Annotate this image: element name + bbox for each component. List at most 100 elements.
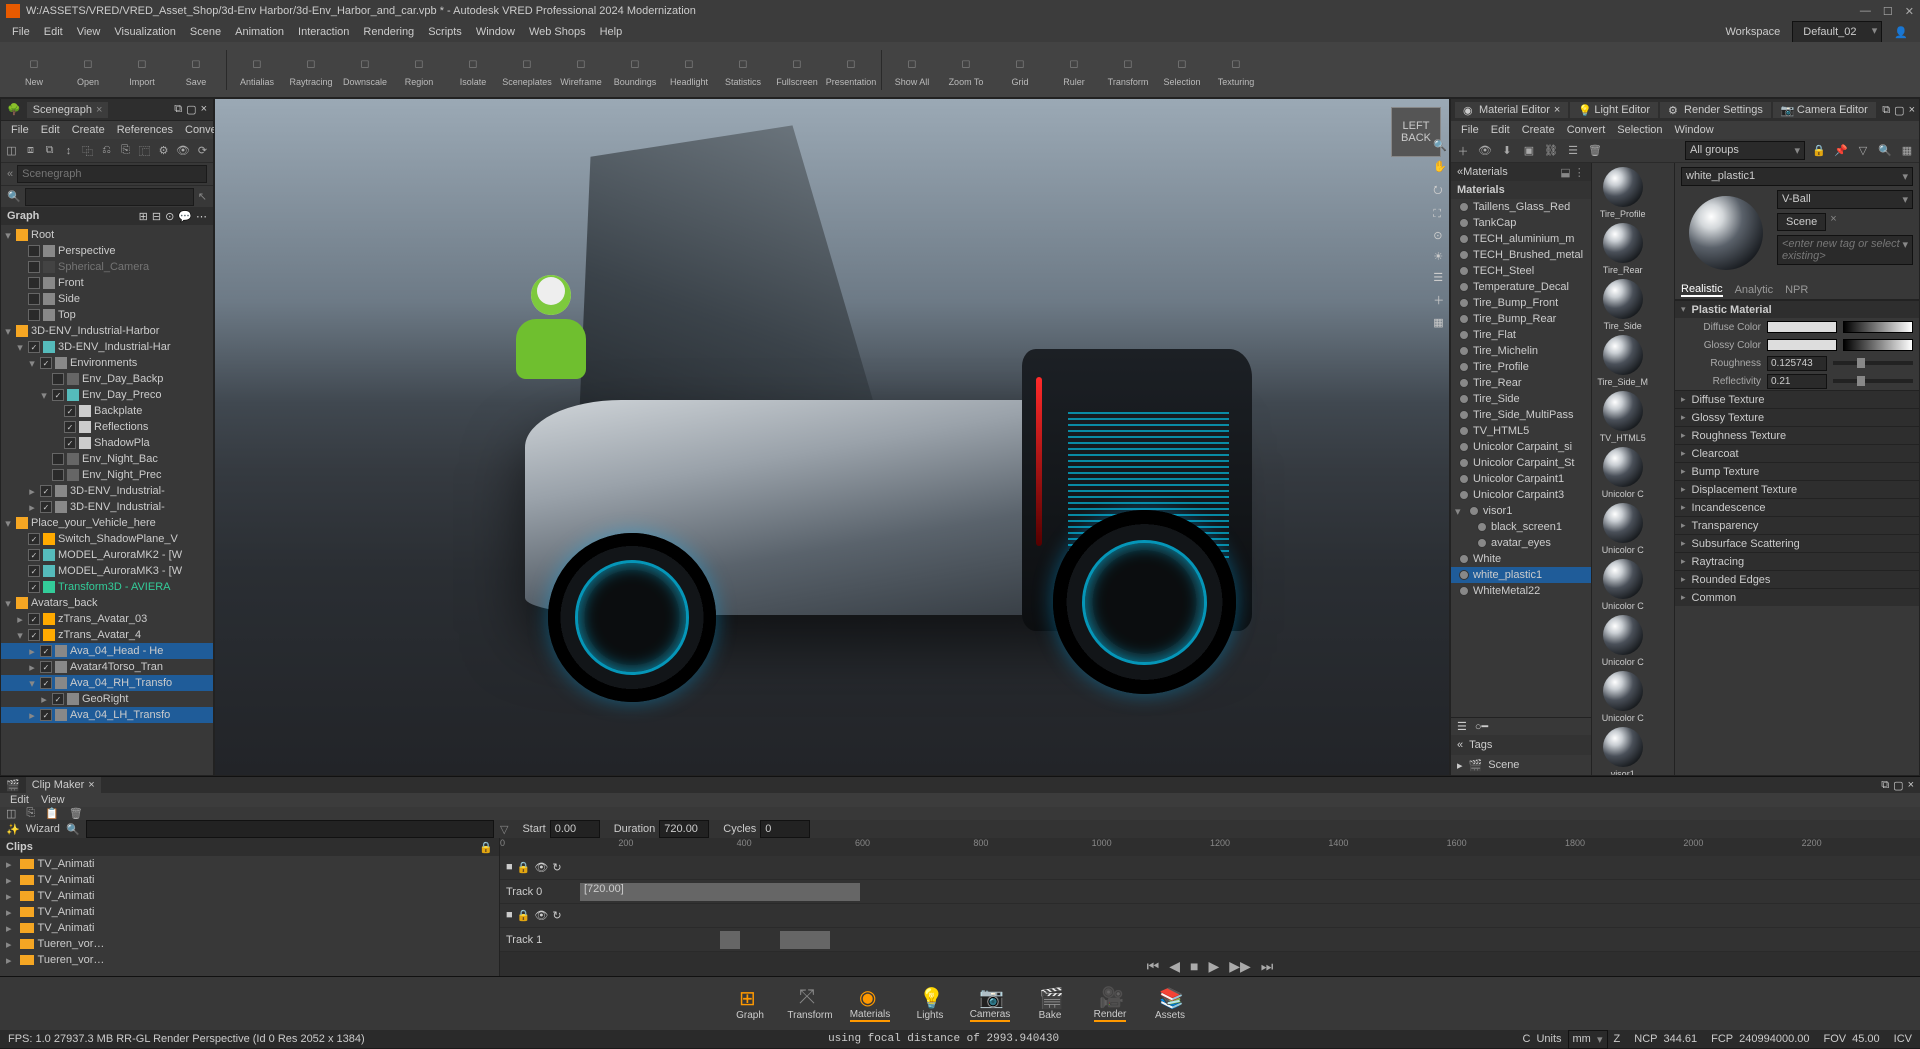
- visibility-checkbox[interactable]: [28, 341, 40, 353]
- menu-edit[interactable]: Edit: [38, 24, 69, 40]
- add-mat-icon[interactable]: ＋: [1455, 143, 1471, 159]
- close-icon[interactable]: ×: [96, 104, 102, 116]
- tree-node[interactable]: ▾Avatars_back: [1, 595, 213, 611]
- sg-menu-file[interactable]: File: [7, 123, 33, 137]
- stop-icon[interactable]: ■: [1190, 958, 1198, 974]
- groups-dropdown[interactable]: All groups: [1685, 141, 1805, 160]
- tree-node[interactable]: ▾Env_Day_Preco: [1, 387, 213, 403]
- tree-node[interactable]: ▾3D-ENV_Industrial-Harbor: [1, 323, 213, 339]
- sg-menu-create[interactable]: Create: [68, 123, 109, 137]
- visibility-checkbox[interactable]: [52, 693, 64, 705]
- clip-item[interactable]: ▸TV_Animati: [0, 856, 499, 872]
- roughness-slider[interactable]: [1833, 361, 1913, 365]
- duration-input[interactable]: [659, 820, 709, 838]
- tab-npr[interactable]: NPR: [1785, 284, 1808, 296]
- start-input[interactable]: [550, 820, 600, 838]
- material-item[interactable]: Unicolor Carpaint_St: [1451, 455, 1591, 471]
- tool-zoom to[interactable]: ◻Zoom To: [942, 53, 990, 87]
- undock-icon[interactable]: ⧉: [174, 103, 182, 116]
- material-item[interactable]: Tire_Side_MultiPass: [1451, 407, 1591, 423]
- group-icon[interactable]: ⧈: [24, 143, 37, 159]
- tree-node[interactable]: Env_Night_Bac: [1, 451, 213, 467]
- visibility-checkbox[interactable]: [28, 309, 40, 321]
- chevron-right-icon[interactable]: ▸: [1457, 759, 1463, 772]
- menu-help[interactable]: Help: [594, 24, 629, 40]
- mat-menu-file[interactable]: File: [1457, 123, 1483, 137]
- diffuse-swatch[interactable]: [1767, 321, 1837, 333]
- filter-icon[interactable]: ▽: [1855, 143, 1871, 159]
- new-clip-icon[interactable]: ◫: [6, 807, 16, 820]
- close-panel-icon[interactable]: ×: [1909, 104, 1915, 117]
- menu-file[interactable]: File: [6, 24, 36, 40]
- material-sphere[interactable]: TV_HTML5: [1596, 391, 1650, 443]
- preview-type-dropdown[interactable]: V-Ball: [1777, 190, 1913, 209]
- material-item[interactable]: Unicolor Carpaint1: [1451, 471, 1591, 487]
- cycles-input[interactable]: [760, 820, 810, 838]
- section-raytracing[interactable]: Raytracing: [1675, 552, 1919, 570]
- undock-icon[interactable]: ⧉: [1881, 779, 1889, 792]
- visibility-checkbox[interactable]: [52, 373, 64, 385]
- material-item[interactable]: TECH_Brushed_metal: [1451, 247, 1591, 263]
- tab-render-settings[interactable]: ⚙Render Settings: [1660, 102, 1771, 118]
- paste-icon[interactable]: 📋: [45, 807, 59, 820]
- playhead-icon[interactable]: ▽: [500, 823, 508, 836]
- clip-bar-0[interactable]: [720.00]: [580, 883, 860, 901]
- node-icon[interactable]: ◫: [5, 143, 18, 159]
- switch-icon[interactable]: ⧉: [43, 143, 56, 159]
- visibility-checkbox[interactable]: [28, 245, 40, 257]
- materials-list[interactable]: Taillens_Glass_RedTankCapTECH_aluminium_…: [1451, 199, 1591, 717]
- tool-ruler[interactable]: ◻Ruler: [1050, 53, 1098, 87]
- list-icon[interactable]: ☰: [1565, 143, 1581, 159]
- tool-sceneplates[interactable]: ◻Sceneplates: [503, 53, 551, 87]
- section-subsurface-scattering[interactable]: Subsurface Scattering: [1675, 534, 1919, 552]
- visibility-checkbox[interactable]: [64, 421, 76, 433]
- loop-icon[interactable]: ↻: [552, 909, 561, 922]
- tree-node[interactable]: Perspective: [1, 243, 213, 259]
- timeline-ruler[interactable]: 0200400600800100012001400160018002000220…: [500, 838, 1920, 856]
- units-dropdown[interactable]: mm: [1568, 1030, 1608, 1049]
- bottom-assets[interactable]: 📚Assets: [1143, 986, 1197, 1021]
- bottom-graph[interactable]: ⊞Graph: [723, 986, 777, 1021]
- menu-view[interactable]: View: [71, 24, 107, 40]
- material-sphere[interactable]: Unicolor C: [1596, 559, 1650, 611]
- tool-boundings[interactable]: ◻Boundings: [611, 53, 659, 87]
- tool-show all[interactable]: ◻Show All: [888, 53, 936, 87]
- pin-icon[interactable]: 📌: [1833, 143, 1849, 159]
- tree-node[interactable]: ▸3D-ENV_Industrial-: [1, 483, 213, 499]
- material-item[interactable]: Tire_Michelin: [1451, 343, 1591, 359]
- lock-icon[interactable]: 🔒: [479, 841, 493, 854]
- material-sphere[interactable]: Unicolor C: [1596, 671, 1650, 723]
- tree-node[interactable]: ▾Place_your_Vehicle_here: [1, 515, 213, 531]
- clip-menu-edit[interactable]: Edit: [6, 793, 33, 807]
- tree-node[interactable]: ShadowPla: [1, 435, 213, 451]
- section-diffuse-texture[interactable]: Diffuse Texture: [1675, 390, 1919, 408]
- tree-node[interactable]: ▸Avatar4Torso_Tran: [1, 659, 213, 675]
- bottom-materials[interactable]: ◉Materials: [843, 985, 897, 1022]
- tab-light-editor[interactable]: 💡Light Editor: [1570, 102, 1658, 118]
- goto-end-icon[interactable]: ⏭: [1261, 958, 1274, 975]
- collapse-all-icon[interactable]: ⊟: [152, 210, 161, 223]
- ref-icon[interactable]: ⎘: [119, 143, 132, 159]
- timeline-tracks[interactable]: ■🔒👁↻ Track 0[720.00] ■🔒👁↻ Track 1: [500, 856, 1920, 952]
- delete-icon[interactable]: 🗑: [1587, 143, 1603, 159]
- locate-icon[interactable]: ⊙: [165, 210, 174, 223]
- box-icon[interactable]: ▣: [1521, 143, 1537, 159]
- tree-node[interactable]: ▸Ava_04_Head - He: [1, 643, 213, 659]
- lock-icon[interactable]: 🔒: [517, 909, 531, 922]
- visibility-checkbox[interactable]: [28, 629, 40, 641]
- visibility-checkbox[interactable]: [40, 677, 52, 689]
- tree-node[interactable]: Switch_ShadowPlane_V: [1, 531, 213, 547]
- material-sphere[interactable]: Tire_Side: [1596, 279, 1650, 331]
- tool-presentation[interactable]: ◻Presentation: [827, 53, 875, 87]
- material-sphere[interactable]: Tire_Profile: [1596, 167, 1650, 219]
- tool-wireframe[interactable]: ◻Wireframe: [557, 53, 605, 87]
- eye-icon[interactable]: 👁: [534, 861, 548, 874]
- material-item[interactable]: WhiteMetal22: [1451, 583, 1591, 599]
- tree-node[interactable]: Env_Night_Prec: [1, 467, 213, 483]
- tree-node[interactable]: Top: [1, 307, 213, 323]
- tree-node[interactable]: ▾zTrans_Avatar_4: [1, 627, 213, 643]
- bottom-cameras[interactable]: 📷Cameras: [963, 985, 1017, 1022]
- clip-item[interactable]: ▸TV_Animati: [0, 888, 499, 904]
- section-roughness-texture[interactable]: Roughness Texture: [1675, 426, 1919, 444]
- visibility-checkbox[interactable]: [28, 261, 40, 273]
